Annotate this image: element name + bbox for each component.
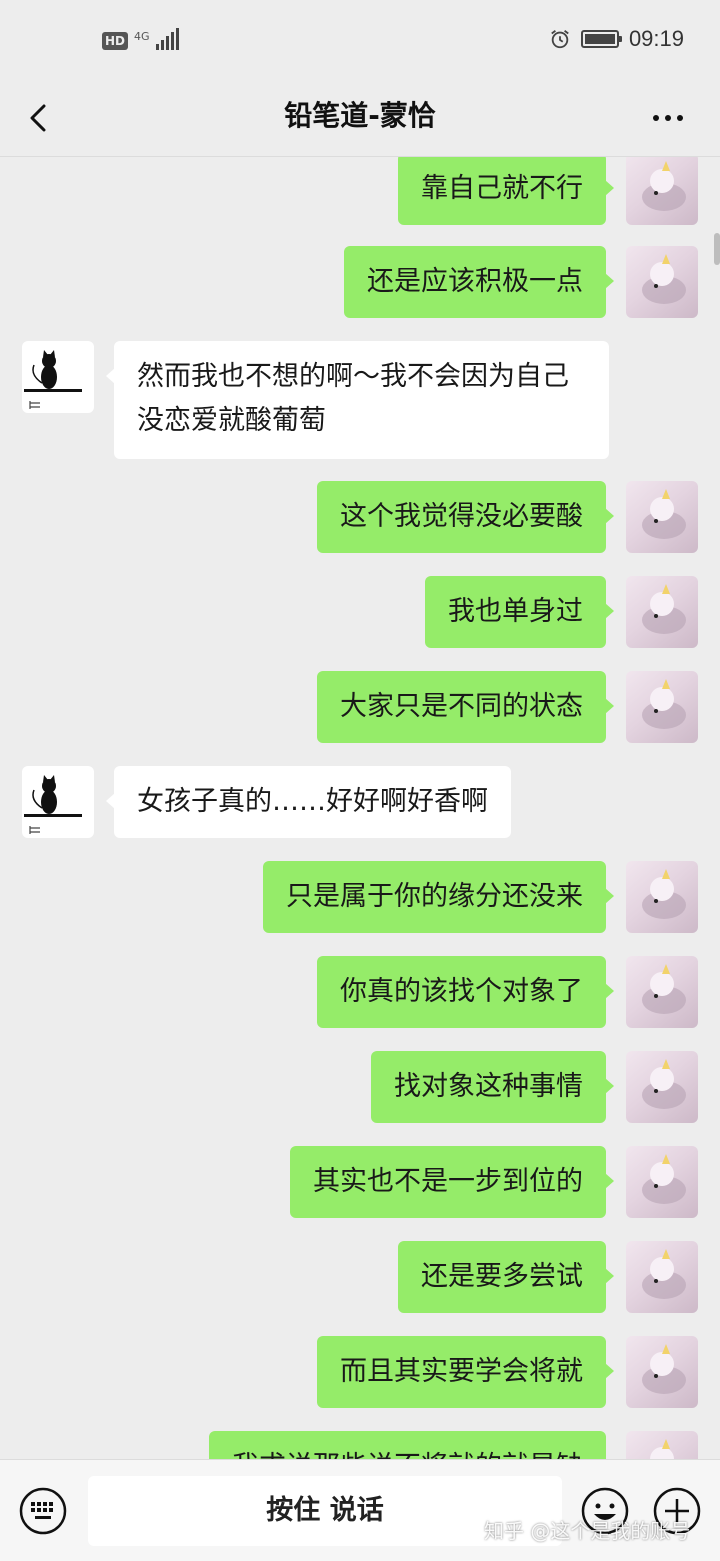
my-avatar[interactable] [626,1051,698,1123]
message-bubble[interactable]: 我也单身过 [425,576,614,648]
message-outgoing: 只是属于你的缘分还没来 [0,861,720,933]
my-avatar[interactable] [626,671,698,743]
chat-header: 铅笔道-蒙恰 [0,80,720,157]
chat-messages[interactable]: 靠自己就不行 还是应该积极一点 然而我也不想的啊～我不会因为自己没恋爱就酸葡萄 … [0,157,720,1459]
message-outgoing: 而且其实要学会将就 [0,1336,720,1408]
my-avatar[interactable] [626,1336,698,1408]
unicorn-avatar-image [642,679,686,729]
keyboard-icon[interactable] [18,1486,68,1536]
my-avatar[interactable] [626,861,698,933]
battery-icon [580,30,622,48]
status-left: HD 4G [102,28,179,50]
message-outgoing: 靠自己就不行 [0,157,720,225]
unicorn-avatar-image [650,1439,674,1459]
unicorn-avatar-image [642,1059,686,1109]
message-bubble[interactable]: 而且其实要学会将就 [317,1336,614,1408]
unicorn-avatar-image [642,1249,686,1299]
status-right: 09:19 [549,26,684,52]
hd-badge: HD [102,32,129,50]
message-outgoing: 我也单身过 [0,576,720,648]
my-avatar[interactable] [626,1431,698,1459]
my-avatar[interactable] [626,1241,698,1313]
my-avatar[interactable] [626,481,698,553]
network-type: 4G [134,30,150,43]
message-bubble[interactable]: 大家只是不同的状态 [317,671,614,743]
message-outgoing: 还是应该积极一点 [0,246,720,318]
message-outgoing: 大家只是不同的状态 [0,671,720,743]
message-bubble[interactable]: 还是应该积极一点 [344,246,614,318]
unicorn-avatar-image [642,1154,686,1204]
message-bubble[interactable]: 女孩子真的……好好啊好香啊 [106,766,511,838]
message-outgoing: 找对象这种事情 [0,1051,720,1123]
my-avatar[interactable] [626,576,698,648]
message-bubble[interactable]: 还是要多尝试 [398,1241,614,1313]
my-avatar[interactable] [626,157,698,225]
unicorn-avatar-image [642,489,686,539]
message-outgoing: 我求说那些说不将就的就是缺 [0,1431,720,1459]
message-bubble[interactable]: 这个我觉得没必要酸 [317,481,614,553]
contact-avatar[interactable] [22,341,94,413]
message-outgoing: 其实也不是一步到位的 [0,1146,720,1218]
message-outgoing: 这个我觉得没必要酸 [0,481,720,553]
message-bubble[interactable]: 你真的该找个对象了 [317,956,614,1028]
chat-title: 铅笔道-蒙恰 [284,99,436,132]
status-bar: HD 4G 09:19 [0,0,720,80]
message-incoming: 然而我也不想的啊～我不会因为自己没恋爱就酸葡萄 [0,341,720,459]
my-avatar[interactable] [626,1146,698,1218]
message-bubble[interactable]: 靠自己就不行 [398,157,614,225]
message-bubble[interactable]: 其实也不是一步到位的 [290,1146,614,1218]
unicorn-avatar-image [642,1344,686,1394]
black-cat-avatar-image [24,775,82,834]
unicorn-avatar-image [642,254,686,304]
message-incoming: 女孩子真的……好好啊好香啊 [0,766,720,838]
clock: 09:19 [628,26,684,51]
unicorn-avatar-image [642,964,686,1014]
my-avatar[interactable] [626,956,698,1028]
message-outgoing: 还是要多尝试 [0,1241,720,1313]
unicorn-avatar-image [642,584,686,634]
signal-icon [155,28,179,50]
message-bubble[interactable]: 找对象这种事情 [371,1051,614,1123]
my-avatar[interactable] [626,246,698,318]
message-bubble[interactable]: 然而我也不想的啊～我不会因为自己没恋爱就酸葡萄 [106,341,609,459]
input-bar: 按住 说话 [0,1459,720,1561]
watermark: 知乎 @这个是我的账号 [484,1519,691,1543]
contact-avatar[interactable] [22,766,94,838]
message-bubble[interactable]: 只是属于你的缘分还没来 [263,861,614,933]
message-outgoing: 你真的该找个对象了 [0,956,720,1028]
message-bubble[interactable]: 我求说那些说不将就的就是缺 [209,1431,606,1459]
unicorn-avatar-image [642,869,686,919]
black-cat-avatar-image [24,350,82,409]
more-options-icon[interactable] [648,96,688,140]
unicorn-avatar-image [642,161,686,211]
alarm-icon [551,30,569,49]
